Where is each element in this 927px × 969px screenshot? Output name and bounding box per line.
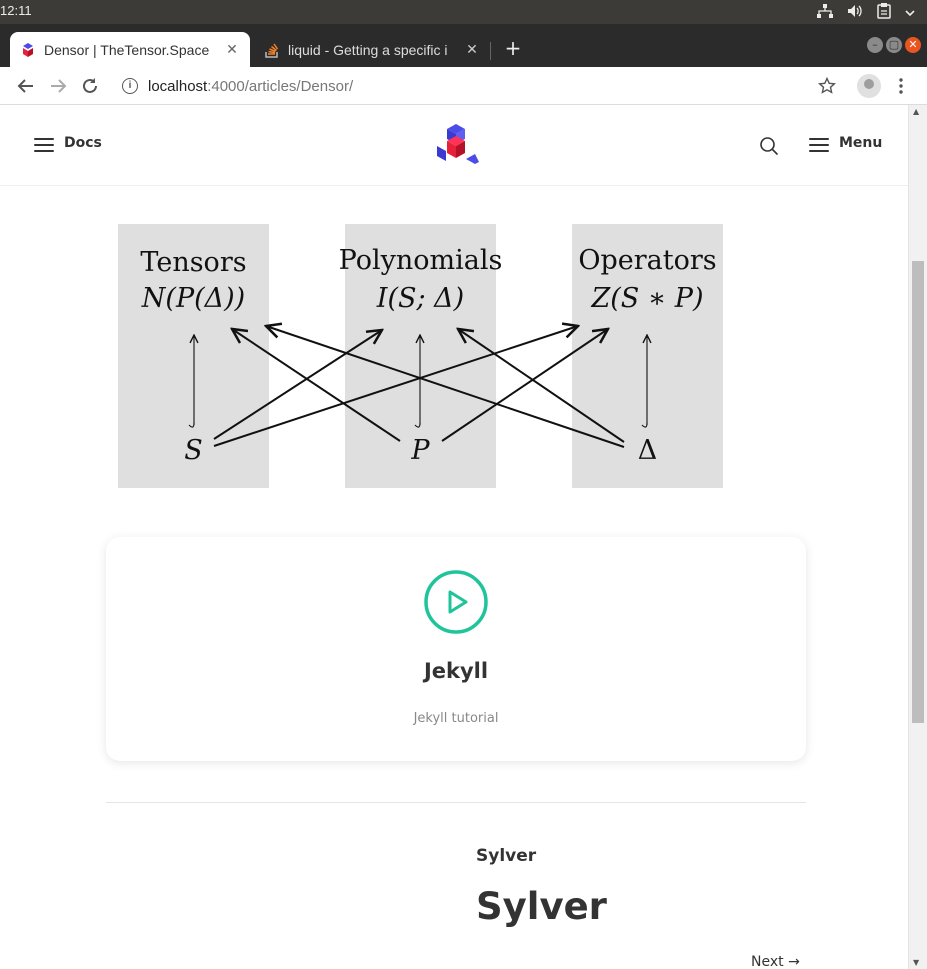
tab-title: liquid - Getting a specific i <box>288 41 448 58</box>
os-clock: 12:11 <box>0 3 32 18</box>
search-icon[interactable] <box>759 136 779 156</box>
browser-tabstrip: Densor | TheTensor.Space ✕ liquid - Gett… <box>0 24 927 67</box>
tab-title: Densor | TheTensor.Space <box>44 41 210 58</box>
forward-arrow-icon[interactable] <box>46 74 70 98</box>
stackoverflow-favicon-icon <box>264 42 280 58</box>
close-icon[interactable]: ✕ <box>224 41 240 58</box>
menu-hamburger-icon[interactable] <box>809 138 829 152</box>
profile-avatar-icon[interactable] <box>857 74 881 98</box>
url-path: :4000/articles/Densor/ <box>207 77 354 95</box>
more-menu-icon[interactable] <box>893 74 909 99</box>
close-icon[interactable]: ✕ <box>464 41 480 58</box>
clipboard-icon[interactable] <box>877 3 891 23</box>
network-icon[interactable] <box>817 4 833 22</box>
tab-densor[interactable]: Densor | TheTensor.Space ✕ <box>10 32 250 67</box>
page-viewport: Docs Menu Tensors N(P(Δ)) S Polynomials … <box>0 105 927 969</box>
info-icon[interactable]: i <box>122 78 138 94</box>
scroll-down-icon[interactable]: ▼ <box>913 958 919 967</box>
tab-liquid[interactable]: liquid - Getting a specific i ✕ <box>254 32 490 67</box>
bookmark-star-icon[interactable] <box>817 74 837 100</box>
docs-button[interactable]: Docs <box>64 135 102 151</box>
new-tab-button[interactable]: + <box>503 36 523 60</box>
next-article-kicker: Sylver <box>476 846 537 866</box>
diagram-arrows <box>188 220 728 448</box>
window-controls: – ▢ ✕ <box>867 37 921 53</box>
page-scrollbar[interactable]: ▲ ▼ <box>908 105 927 969</box>
next-link[interactable]: Next → <box>751 954 800 969</box>
site-logo-icon[interactable] <box>431 121 481 171</box>
scroll-up-icon[interactable]: ▲ <box>913 107 919 116</box>
scrollbar-thumb[interactable] <box>912 261 924 723</box>
browser-toolbar: i localhost:4000/articles/Densor/ <box>0 67 927 105</box>
os-tray <box>817 3 915 23</box>
menu-button[interactable]: Menu <box>839 135 882 151</box>
back-arrow-icon[interactable] <box>14 74 38 98</box>
play-icon[interactable] <box>423 569 489 635</box>
site-header: Docs Menu <box>0 105 908 186</box>
section-divider <box>106 802 806 803</box>
chevron-down-icon[interactable] <box>905 5 915 21</box>
densor-favicon-icon <box>20 42 36 58</box>
jekyll-tutorial-card[interactable]: Jekyll Jekyll tutorial <box>106 537 806 761</box>
reload-icon[interactable] <box>78 74 102 98</box>
close-window-icon[interactable]: ✕ <box>905 37 921 53</box>
card-subtitle: Jekyll tutorial <box>413 711 499 726</box>
densor-diagram: Tensors N(P(Δ)) S Polynomials I(S; Δ) P … <box>114 220 728 490</box>
os-top-bar: 12:11 <box>0 0 927 24</box>
volume-icon[interactable] <box>847 4 863 22</box>
card-title: Jekyll <box>423 659 489 683</box>
tab-separator <box>490 42 491 60</box>
docs-hamburger-icon[interactable] <box>34 138 54 152</box>
maximize-icon[interactable]: ▢ <box>886 37 902 53</box>
url-host: localhost <box>148 77 208 95</box>
next-article-title[interactable]: Sylver <box>476 885 607 928</box>
minimize-icon[interactable]: – <box>867 37 883 53</box>
address-bar[interactable]: i localhost:4000/articles/Densor/ <box>114 71 854 101</box>
